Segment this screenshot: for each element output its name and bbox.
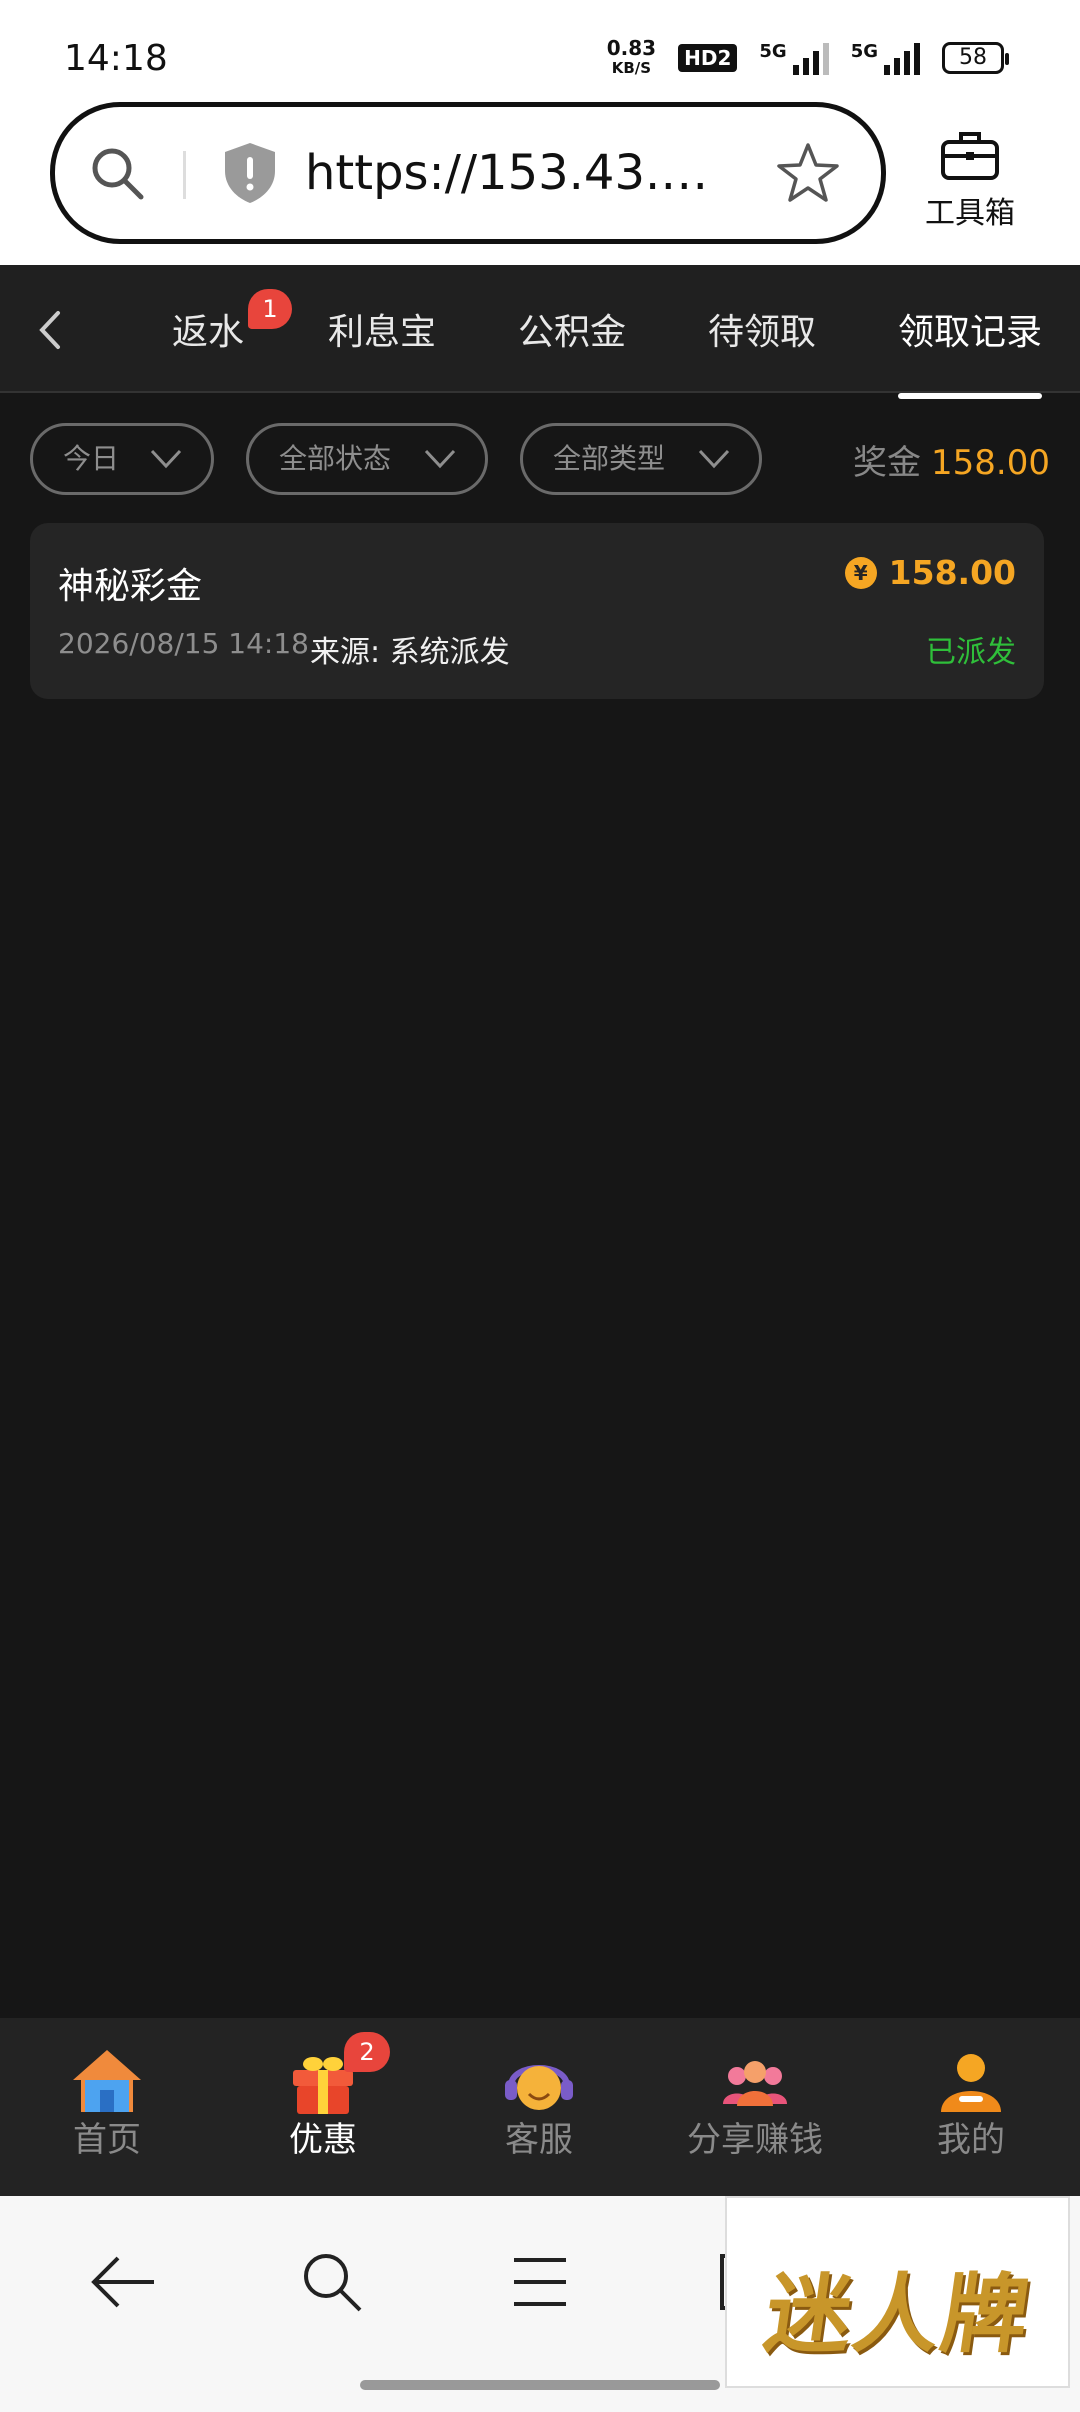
tab-claim-history[interactable]: 领取记录: [898, 303, 1043, 399]
toolbox-button[interactable]: 工具箱: [910, 126, 1030, 232]
chevron-down-icon: [424, 449, 456, 469]
promotions-badge: 2: [344, 2032, 390, 2072]
network-speed: 0.83 KB/S: [606, 36, 657, 77]
battery-icon: 58: [942, 42, 1009, 74]
record-title: 神秘彩金: [58, 566, 203, 607]
search-icon[interactable]: [298, 2248, 366, 2316]
support-icon: [505, 2065, 573, 2110]
watermark-logo: 迷人牌: [725, 2196, 1070, 2388]
status-bar: 14:18 0.83 KB/S HD2 5G 5G 58: [0, 0, 1080, 110]
toolbox-icon: [941, 132, 999, 180]
url-text[interactable]: https://153.43.18...: [305, 145, 725, 201]
status-filter-dropdown[interactable]: 全部状态: [246, 423, 488, 495]
bonus-total: 奖金 158.00: [853, 443, 1050, 483]
nav-home[interactable]: 首页: [22, 2046, 192, 2161]
signal-icon: 5G: [759, 41, 829, 75]
record-datetime: 2026/08/15 14:18: [58, 627, 309, 660]
hd-icon: HD2: [678, 44, 738, 72]
bonus-total-amount: 158.00: [931, 443, 1050, 483]
status-time: 14:18: [64, 38, 168, 79]
status-icons: 0.83 KB/S HD2 5G 5G 58: [606, 36, 1009, 78]
record-status: 已派发: [926, 635, 1016, 670]
tab-pending[interactable]: 待领取: [708, 303, 816, 355]
browser-toolbar: https://153.43.18... 工具箱: [0, 100, 1080, 265]
record-amount: ¥ 158.00: [844, 553, 1016, 592]
profile-icon: [941, 2054, 1001, 2112]
tab-rebate-badge: 1: [248, 289, 292, 329]
home-indicator[interactable]: [360, 2380, 720, 2390]
bottom-nav: 首页 2 优惠 客服 分享赚钱 我的: [0, 2018, 1080, 2196]
type-filter-dropdown[interactable]: 全部类型: [520, 423, 762, 495]
record-card[interactable]: 神秘彩金 ¥ 158.00 2026/08/15 14:18 来源: 系统派发 …: [30, 523, 1044, 699]
tab-bar: 返水 1 利息宝 公积金 待领取 领取记录: [0, 265, 1080, 399]
toolbox-label: 工具箱: [925, 196, 1015, 231]
filter-bar: 今日 全部状态 全部类型 奖金 158.00: [0, 395, 1080, 520]
divider: [183, 151, 186, 199]
shield-icon[interactable]: [221, 141, 279, 205]
record-source: 来源: 系统派发: [310, 635, 510, 670]
back-chevron-icon[interactable]: [30, 305, 70, 355]
menu-icon[interactable]: [512, 2254, 568, 2310]
nav-support[interactable]: 客服: [454, 2046, 624, 2161]
date-filter-dropdown[interactable]: 今日: [30, 423, 214, 495]
back-arrow-icon[interactable]: [88, 2252, 158, 2312]
chevron-down-icon: [698, 449, 730, 469]
share-icon: [723, 2061, 787, 2106]
nav-share-earn[interactable]: 分享赚钱: [670, 2046, 840, 2161]
nav-profile[interactable]: 我的: [886, 2046, 1056, 2161]
chevron-down-icon: [150, 449, 182, 469]
nav-promotions[interactable]: 2 优惠: [238, 2032, 408, 2161]
tab-interest[interactable]: 利息宝: [328, 303, 436, 355]
tab-provident-fund[interactable]: 公积金: [518, 303, 626, 355]
signal-icon-2: 5G: [851, 41, 920, 75]
address-bar[interactable]: https://153.43.18...: [50, 102, 886, 244]
tab-rebate[interactable]: 返水 1: [172, 289, 292, 355]
bookmark-star-icon[interactable]: [775, 141, 841, 205]
search-icon[interactable]: [87, 143, 147, 203]
yuan-coin-icon: ¥: [844, 556, 877, 589]
home-icon: [73, 2050, 141, 2112]
